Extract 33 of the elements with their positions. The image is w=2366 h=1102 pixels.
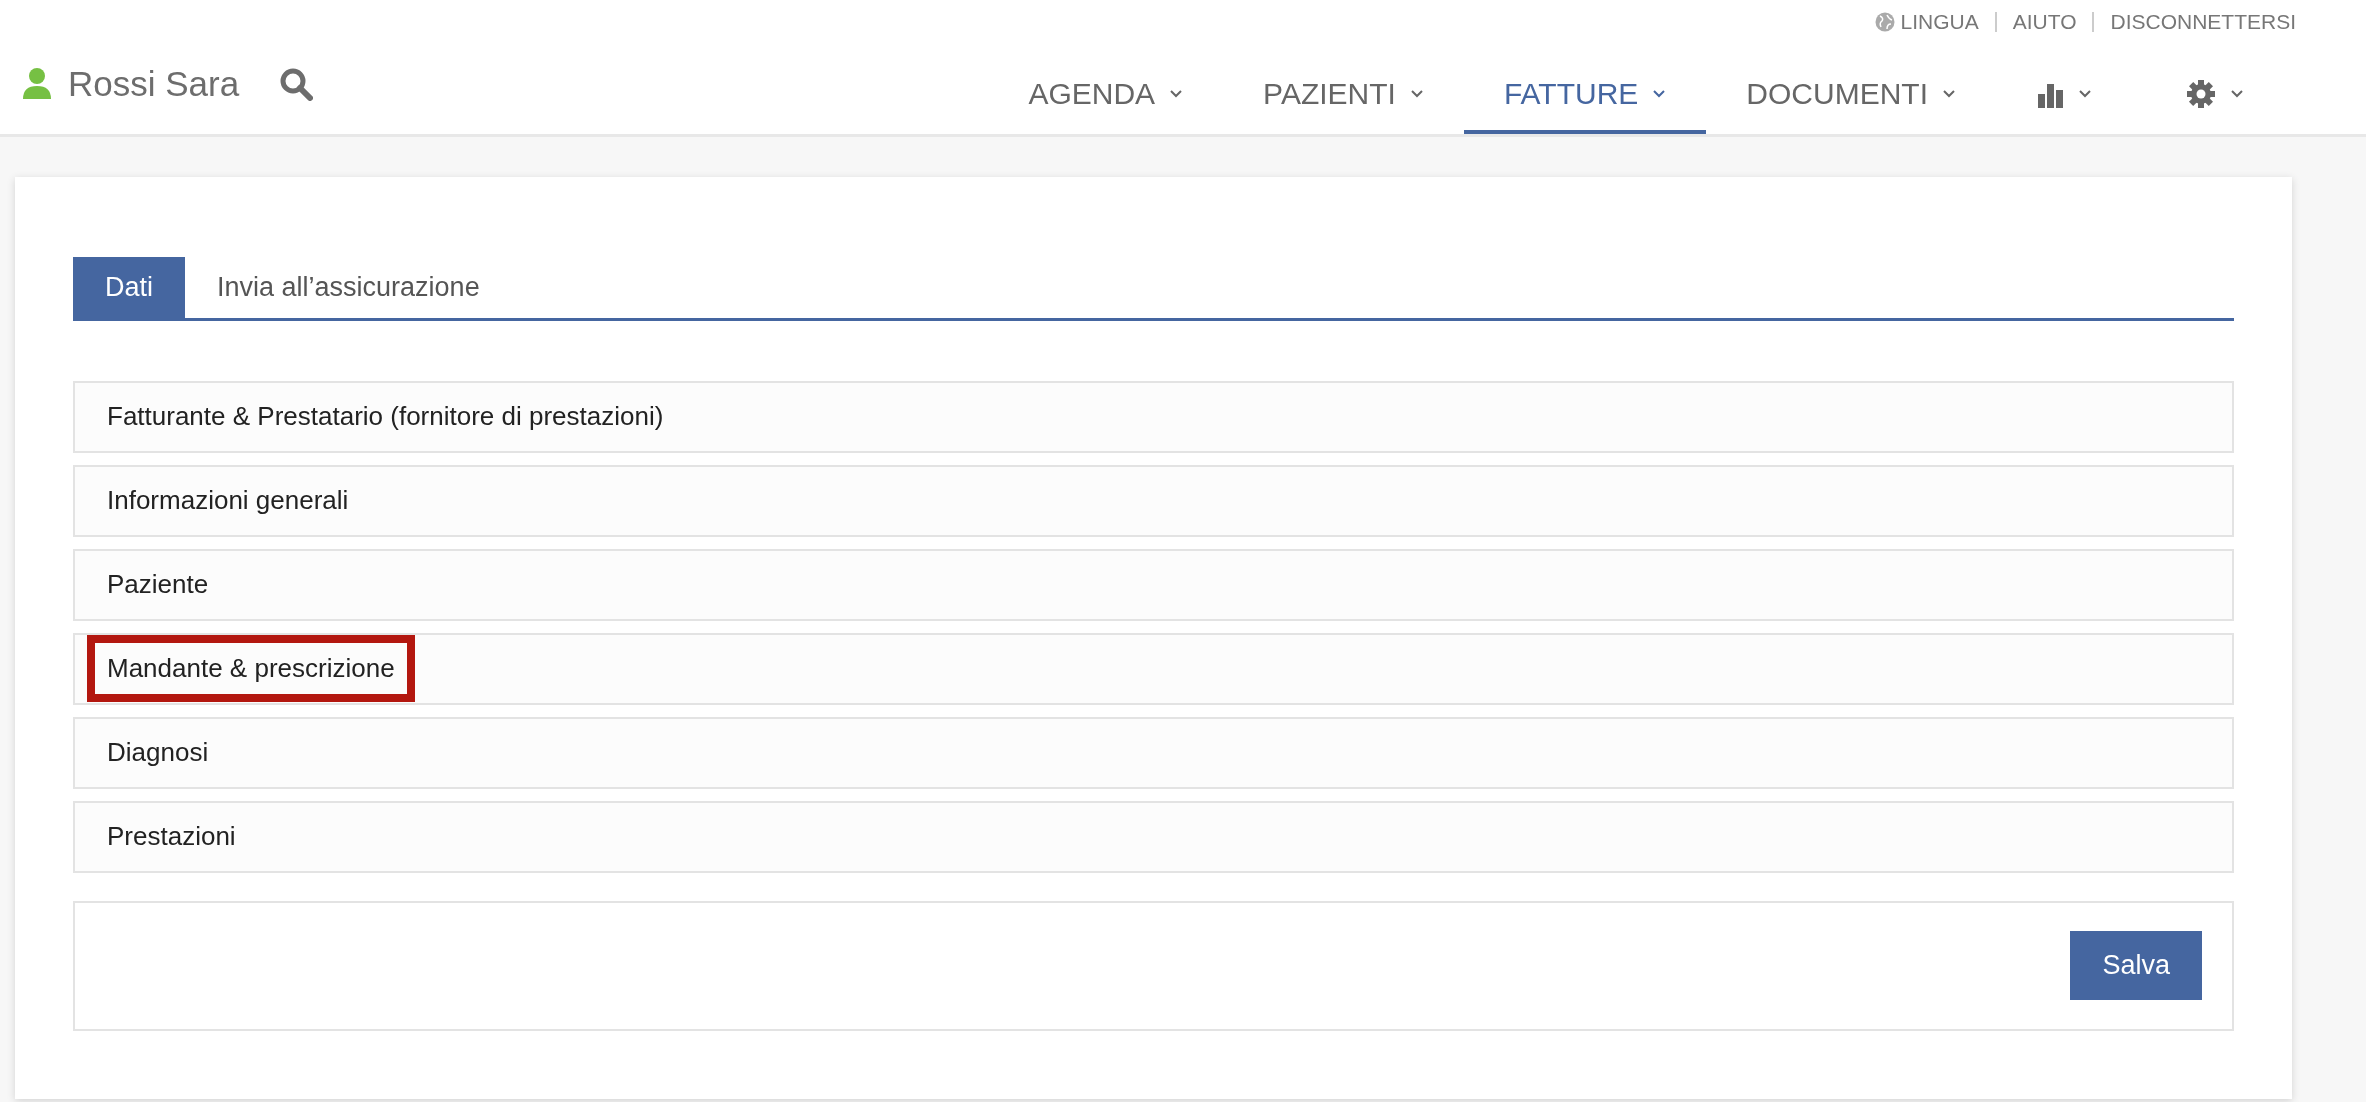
caret-icon (1652, 89, 1667, 98)
section-title: Fatturante & Prestatario (fornitore di prestazioni) (107, 400, 664, 433)
top-link[interactable]: AIUTO (2012, 6, 2077, 38)
search-icon[interactable] (279, 66, 314, 101)
caret-icon (1409, 89, 1424, 98)
nav-tab[interactable]: DOCUMENTI (1706, 51, 1996, 134)
highlighted-section-title: Mandante & prescrizione (87, 635, 415, 702)
section-title: Prestazioni (107, 820, 236, 853)
caret-icon (1169, 89, 1184, 98)
nav-tab[interactable]: FATTURE (1463, 51, 1707, 134)
section-header[interactable]: Prestazioni (73, 800, 2234, 873)
section-title: Diagnosi (107, 736, 209, 769)
caret-icon (1942, 89, 1956, 98)
section-header[interactable]: Paziente (73, 548, 2234, 621)
tab[interactable]: Dati (73, 257, 185, 318)
settings-icon (2186, 78, 2216, 109)
nav-tab[interactable]: AGENDA (988, 51, 1224, 134)
caret-icon (2230, 89, 2244, 98)
section-title: Informazioni generali (107, 484, 349, 517)
user-name[interactable]: Rossi Sara (68, 57, 240, 110)
user-icon (22, 66, 52, 101)
caret-icon (2078, 89, 2092, 98)
tab[interactable]: Invia all’assicurazione (185, 257, 512, 318)
section-header[interactable]: Diagnosi (73, 716, 2234, 789)
section-title: Paziente (107, 568, 209, 601)
top-link[interactable]: LINGUA (1900, 6, 1979, 38)
save-button[interactable]: Salva (2070, 931, 2202, 1000)
section-header[interactable]: Informazioni generali (73, 464, 2234, 537)
nav-tab[interactable]: PAZIENTI (1223, 51, 1464, 134)
globe-icon (1874, 12, 1895, 32)
section-header[interactable]: Mandante & prescrizione (73, 632, 2234, 705)
section-header[interactable]: Fatturante & Prestatario (fornitore di prestazioni) (73, 380, 2234, 453)
top-link[interactable]: DISCONNETTERSI (2110, 6, 2296, 38)
